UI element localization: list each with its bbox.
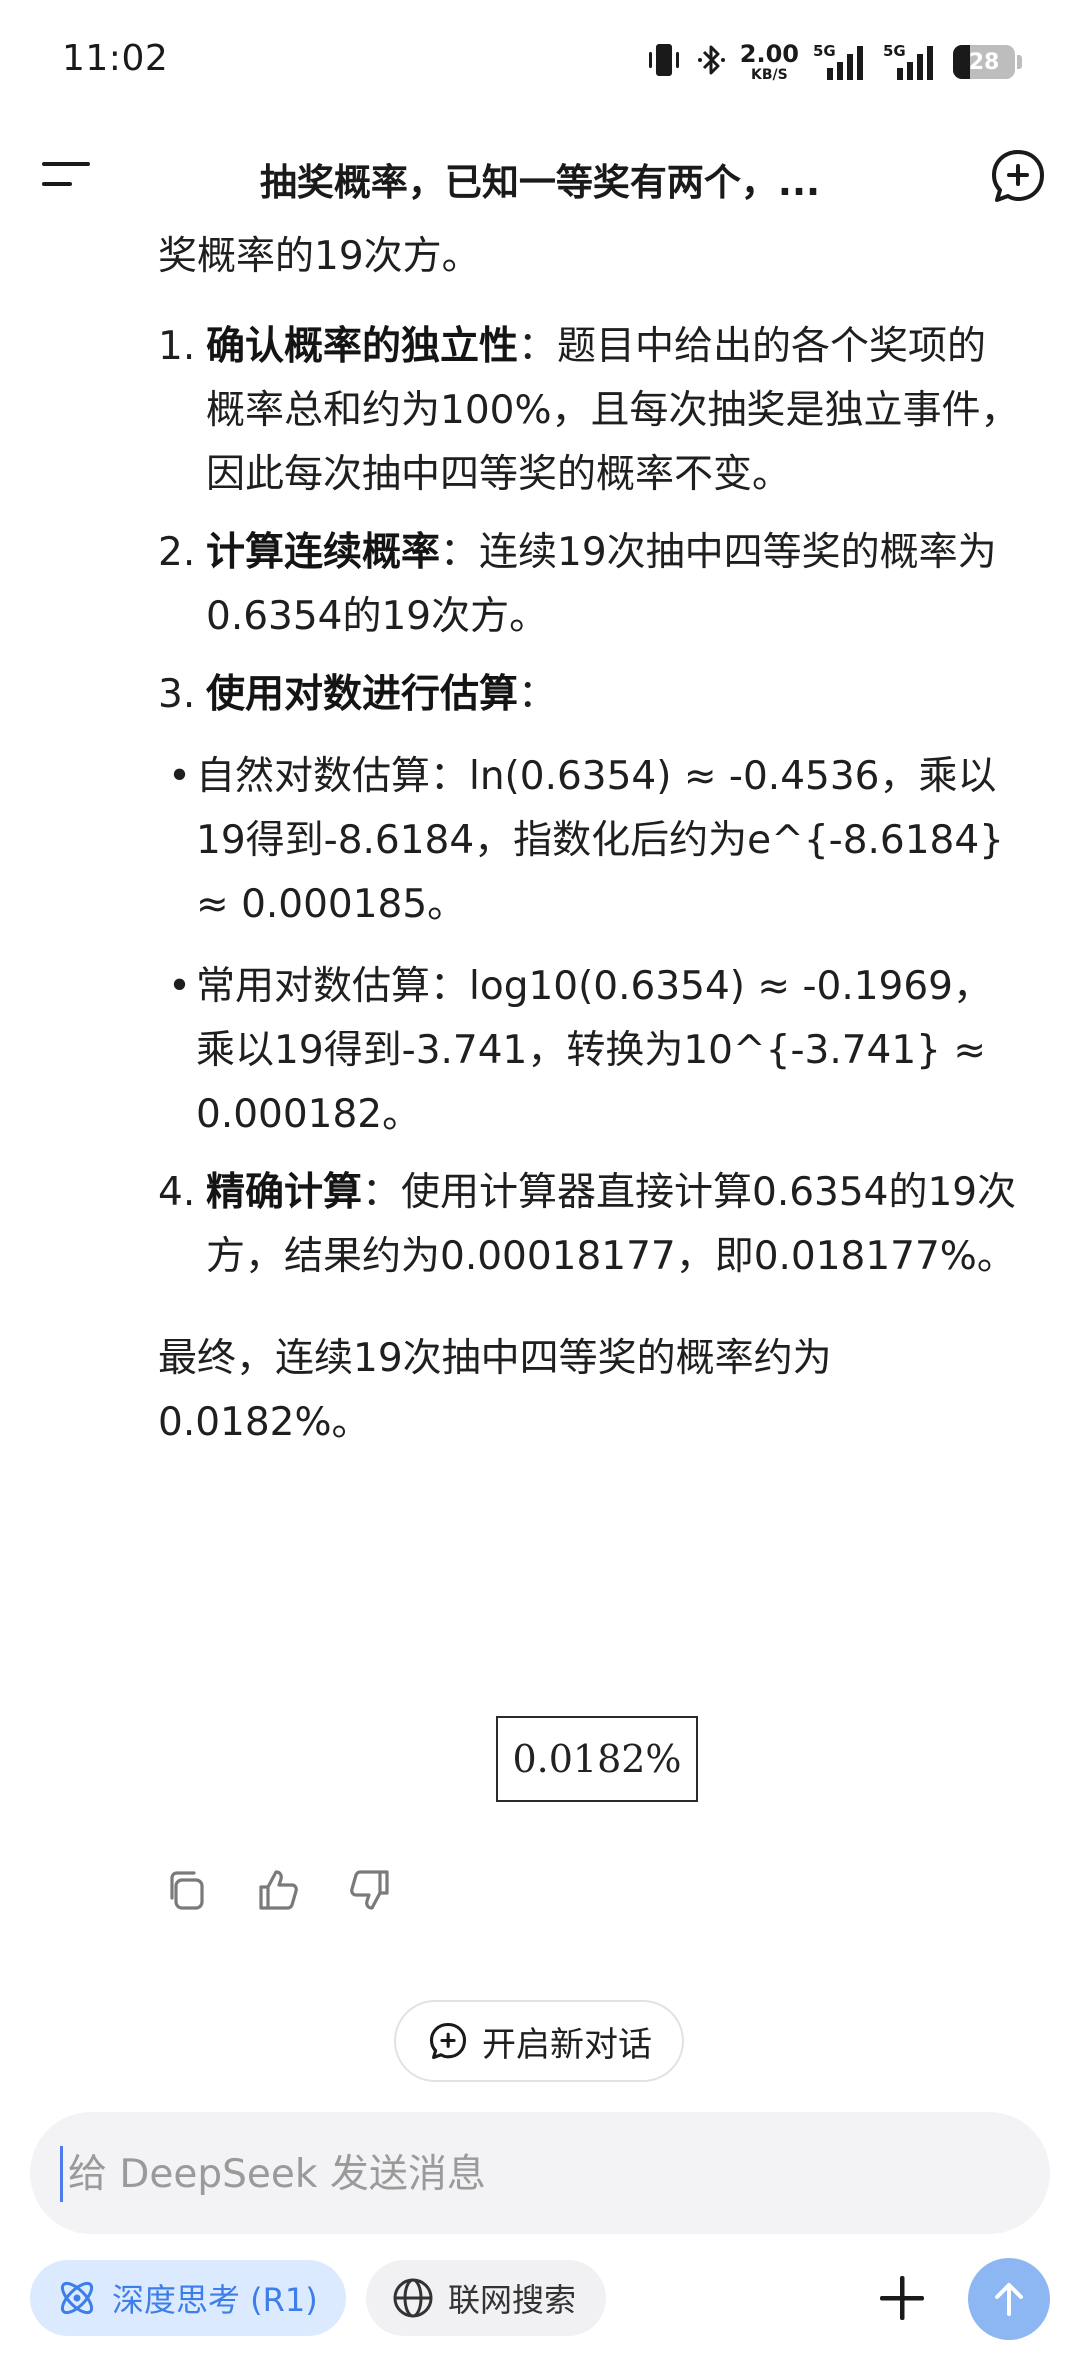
arrow-up-icon [995,2283,1023,2316]
new-chat-icon [992,150,1044,202]
bullet-dot: • [168,754,192,799]
new-chat-icon [429,2022,467,2060]
new-dialog-button[interactable]: 开启新对话 [394,2000,684,2082]
copy-button[interactable] [158,1862,214,1918]
bullet-text: 常用对数估算：log10(0.6354) ≈ -0.1969，乘以19得到-3.… [196,964,992,1137]
battery-icon: 28 [953,45,1022,79]
send-button[interactable] [968,2258,1050,2340]
deep-think-toggle[interactable]: 深度思考 (R1) [30,2260,346,2336]
bullet-item: • 自然对数估算：ln(0.6354) ≈ -0.4536，乘以19得到-8.6… [110,745,1020,937]
new-dialog-label: 开启新对话 [482,2024,652,2065]
list-number: 4. [158,1170,196,1215]
list-item: 4. 精确计算：使用计算器直接计算0.6354的19次方，结果约为0.00018… [158,1161,1020,1289]
message-actions [158,1862,398,1918]
message-composer [30,2112,1050,2234]
bullet-dot: • [168,964,192,1009]
list-item: 1. 确认概率的独立性：题目中给出的各个奖项的概率总和约为100%，且每次抽奖是… [158,315,1020,507]
step-heading: 计算连续概率 [206,530,441,575]
assistant-message: 奖概率的19次方。 1. 确认概率的独立性：题目中给出的各个奖项的概率总和约为1… [158,225,1020,1455]
network-speed: 2.00 KB/S [740,42,799,82]
thumbs-down-icon [350,1870,389,1910]
list-item: 3. 使用对数进行估算： [158,663,1020,727]
status-indicators: 2.00 KB/S 5G 5G 28 [646,38,1022,86]
menu-icon [42,162,90,186]
attach-button[interactable] [870,2266,934,2330]
battery-level: 28 [968,49,1000,75]
dislike-button[interactable] [342,1862,398,1918]
globe-icon [393,2278,433,2318]
bluetooth-icon [696,40,726,84]
list-number: 1. [158,324,196,369]
vibrate-icon [646,40,682,84]
new-chat-button[interactable] [986,144,1050,208]
app-header: 抽奖概率，已知一等奖有两个，... [0,130,1080,220]
menu-button[interactable] [36,150,96,200]
web-search-label: 联网搜索 [448,2281,577,2319]
web-search-toggle[interactable]: 联网搜索 [366,2260,606,2336]
list-number: 3. [158,672,196,717]
bullet-text: 自然对数估算：ln(0.6354) ≈ -0.4536，乘以19得到-8.618… [196,754,1004,927]
list-number: 2. [158,530,196,575]
status-time: 11:02 [62,38,169,79]
like-button[interactable] [250,1862,306,1918]
step-heading: 使用对数进行估算 [206,672,519,717]
signal-icon: 5G [813,42,869,82]
network-speed-value: 2.00 [739,40,799,68]
status-bar: 11:02 2.00 KB/S 5G 5G 28 [0,0,1080,120]
composer-toolbar: 深度思考 (R1) 联网搜索 [30,2258,1050,2340]
atom-icon [60,2281,94,2315]
network-speed-unit: KB/S [751,67,788,83]
plus-icon [880,2276,924,2320]
bullet-item: • 常用对数估算：log10(0.6354) ≈ -0.1969，乘以19得到-… [110,955,1020,1147]
message-intro: 奖概率的19次方。 [158,234,481,279]
message-input[interactable] [66,2134,1010,2214]
boxed-result: 0.0182% [496,1716,698,1802]
copy-icon [170,1871,204,1910]
message-conclusion: 最终，连续19次抽中四等奖的概率约为0.0182%。 [158,1336,832,1445]
chat-title: 抽奖概率，已知一等奖有两个，... [259,161,821,204]
signal-icon: 5G [883,42,939,82]
step-heading: 精确计算 [206,1170,363,1215]
text-caret [60,2146,63,2202]
step-text: ： [518,672,558,717]
thumbs-up-icon [259,1870,298,1910]
deep-think-label: 深度思考 (R1) [112,2281,318,2319]
step-heading: 确认概率的独立性 [206,324,519,369]
list-item: 2. 计算连续概率：连续19次抽中四等奖的概率为0.6354的19次方。 [158,521,1020,649]
